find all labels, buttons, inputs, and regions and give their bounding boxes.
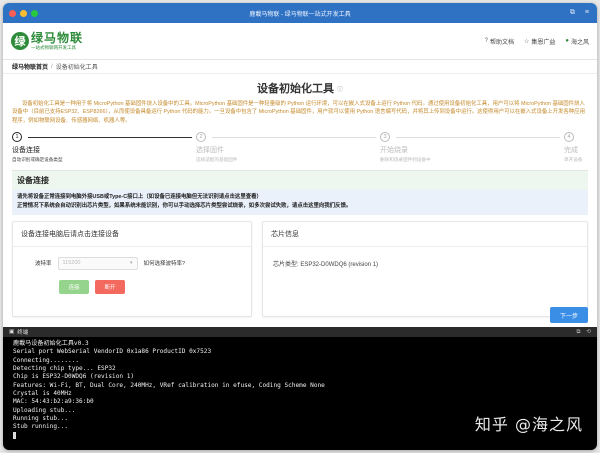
connection-notice: 请先将设备正常连接到电脑外接USB或Type-C接口上（如设备已连接电脑但无法识… [12, 190, 588, 215]
terminal-header: ▣ 终端 ⧉ ⟲ [3, 327, 597, 337]
terminal-line: Features: Wi-Fi, BT, Dual Core, 240MHz, … [13, 381, 325, 389]
user-name: 海之风 [570, 39, 589, 46]
next-step-button[interactable]: 下一步 [550, 307, 588, 323]
chip-panel: 芯片信息 芯片类型: ESP32-D0WDQ6 (revision 1) [262, 220, 588, 317]
chip-type-label: 芯片类型: [273, 261, 299, 268]
step-title: 完成 [564, 147, 578, 155]
next-row: 下一步 [550, 307, 588, 323]
info-icon[interactable]: ⓘ [337, 88, 343, 94]
section-title: 设备连接 [12, 170, 588, 191]
window-menu-icon[interactable]: ≡ [585, 9, 589, 17]
breadcrumb: 绿马物联首页 / 设备初始化工具 [3, 60, 597, 74]
baud-rate-help-link[interactable]: 如何选择波特率? [144, 259, 186, 267]
logo-text: 绿马物联 一站式物联网开发工具 [31, 32, 83, 51]
step-3: 3 开始烧录 删除和烧录固件到设备中 [380, 132, 431, 163]
header-nav: ? 帮助文档 ☆ 集恩广益 ● 海之风 [485, 37, 589, 46]
breadcrumb-separator: / [51, 63, 53, 70]
terminal-line: Connecting........ [13, 356, 80, 364]
window-titlebar: 鹿載马物联 - 绿马物联一站式开发工具 ⧉ ≡ [3, 3, 597, 23]
baud-rate-select[interactable]: 115200 ▾ [57, 256, 138, 270]
connect-buttons: 连接 断开 [13, 279, 251, 294]
step-desc: 自动识别或确定设备类型 [12, 157, 63, 163]
app-header: 绿 绿马物联 一站式物联网开发工具 ? 帮助文档 ☆ 集恩广益 ● 海之风 [3, 23, 597, 60]
app-window: 鹿載马物联 - 绿马物联一站式开发工具 ⧉ ≡ 绿 绿马物联 一站式物联网开发工… [3, 3, 597, 450]
terminal-label: 终端 [17, 330, 29, 336]
logo-sub-text: 一站式物联网开发工具 [31, 44, 76, 50]
terminal-line: Serial port WebSerial VendorID 0x1a86 Pr… [13, 348, 212, 356]
clear-icon[interactable]: ⟲ [586, 329, 591, 336]
feedback-link[interactable]: ☆ 集恩广益 [524, 37, 555, 46]
notice-line-2[interactable]: 正常情况下系统会自动识别出芯片类型，如果系统未能识别，你可以手动选择芯片类型尝试… [17, 202, 583, 211]
next-step-label: 下一步 [559, 313, 578, 320]
page-description: 设备初始化工具是一种用于将 MicroPython 基础固件烧入设备中的工具。M… [12, 101, 585, 124]
chevron-down-icon: ▾ [130, 260, 133, 266]
window-title: 鹿載马物联 - 绿马物联一站式开发工具 [249, 11, 351, 18]
feedback-label: 集恩广益 [531, 39, 556, 46]
breadcrumb-current: 设备初始化工具 [55, 65, 98, 71]
baud-rate-row: 波特率 115200 ▾ 如何选择波特率? [13, 256, 251, 270]
terminal-output[interactable]: 鹿載马设备初始化工具v0.3 Serial port WebSerial Ven… [3, 337, 597, 450]
steps-bar: 1 设备连接 自动识别或确定设备类型 2 选择固件 选择适配的基础固件 3 开始… [12, 132, 588, 166]
step-title: 选择固件 [196, 147, 224, 155]
step-1: 1 设备连接 自动识别或确定设备类型 [12, 132, 63, 163]
title-actions: ⧉ ≡ [570, 9, 589, 17]
panels-row: 设备连接电脑后请点击连接设备 波特率 115200 ▾ 如何选择波特率? 连接 … [12, 220, 588, 317]
step-number: 1 [12, 132, 22, 143]
disconnect-button[interactable]: 断开 [95, 279, 125, 294]
logo-mark-icon: 绿 [11, 32, 29, 50]
user-icon: ● [565, 38, 569, 44]
terminal-line: 鹿載马设备初始化工具v0.3 [13, 340, 89, 347]
step-number: 2 [196, 132, 206, 143]
terminal-line: Detecting chip type... ESP32 [13, 365, 116, 373]
baud-rate-value: 115200 [62, 260, 81, 266]
baud-rate-label: 波特率 [35, 261, 52, 267]
page-title: 设备初始化工具 [256, 83, 334, 95]
step-desc: 选择适配的基础固件 [196, 157, 238, 163]
terminal-icon: ▣ [9, 329, 15, 335]
main-content: 设备初始化工具 ⓘ 设备初始化工具是一种用于将 MicroPython 基础固件… [3, 74, 597, 331]
connect-panel-title: 设备连接电脑后请点击连接设备 [13, 222, 251, 247]
step-title: 设备连接 [12, 147, 40, 155]
user-menu[interactable]: ● 海之风 [565, 37, 589, 46]
connect-panel: 设备连接电脑后请点击连接设备 波特率 115200 ▾ 如何选择波特率? 连接 … [12, 220, 252, 317]
breadcrumb-home[interactable]: 绿马物联首页 [12, 62, 48, 71]
connect-button[interactable]: 连接 [59, 279, 89, 294]
step-4: 4 完成 单开设备 [564, 132, 582, 163]
logo[interactable]: 绿 绿马物联 一站式物联网开发工具 [11, 32, 83, 51]
copy-icon[interactable]: ⧉ [576, 329, 580, 336]
step-desc: 单开设备 [564, 157, 583, 163]
terminal-line: Chip is ESP32-D0WDQ6 (revision 1) [13, 373, 135, 381]
terminal-actions: ⧉ ⟲ [576, 329, 591, 336]
step-number: 3 [380, 132, 390, 143]
chip-panel-title: 芯片信息 [263, 222, 587, 247]
step-title: 开始烧录 [380, 147, 408, 155]
step-desc: 删除和烧录固件到设备中 [380, 157, 431, 163]
page-title-row: 设备初始化工具 ⓘ [12, 80, 588, 96]
step-number: 4 [564, 132, 574, 143]
step-2: 2 选择固件 选择适配的基础固件 [196, 132, 237, 163]
watermark: 知乎 @海之风 [474, 415, 583, 435]
logo-main-text: 绿马物联 [31, 30, 84, 45]
window-share-icon[interactable]: ⧉ [570, 9, 575, 17]
help-docs-link[interactable]: ? 帮助文档 [485, 37, 514, 46]
help-docs-label: 帮助文档 [489, 39, 514, 46]
chip-type-value: ESP32-D0WDQ6 (revision 1) [300, 261, 379, 268]
chip-info: 芯片类型: ESP32-D0WDQ6 (revision 1) [263, 247, 587, 280]
terminal-line: MAC: 54:43:b2:a9:36:b0 [13, 398, 94, 406]
star-icon: ☆ [523, 38, 530, 45]
terminal-line: Crystal is 40MHz [13, 390, 72, 398]
notice-line-1[interactable]: 请先将设备正常连接到电脑外接USB或Type-C接口上（如设备已连接电脑但无法识… [17, 193, 583, 202]
help-icon: ? [484, 38, 488, 44]
